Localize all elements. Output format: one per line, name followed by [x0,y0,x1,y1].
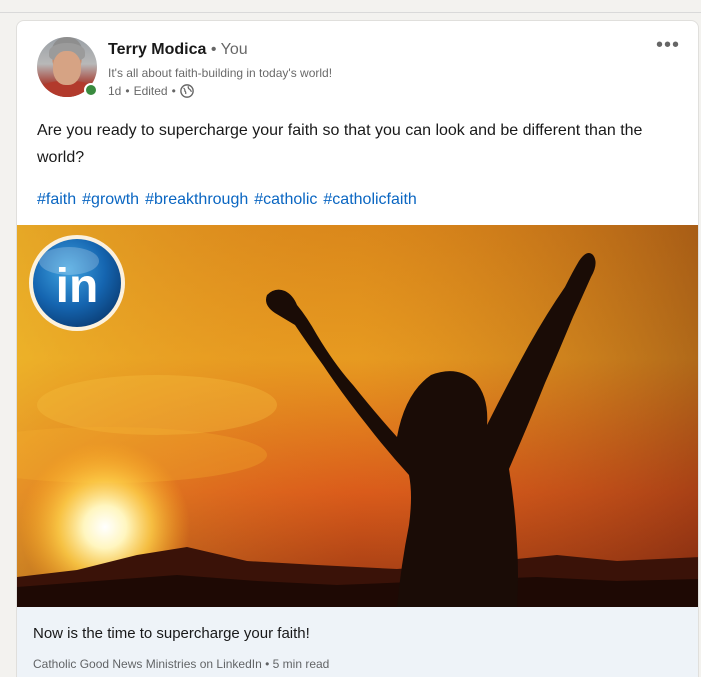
hashtag-breakthrough[interactable]: #breakthrough [145,191,248,209]
hashtag-catholicfaith[interactable]: #catholicfaith [323,191,416,209]
online-status-dot [84,83,98,97]
meta-separator: • [125,84,130,98]
hashtag-growth[interactable]: #growth [82,191,139,209]
avatar-face [53,51,81,85]
feed-post-card: Terry Modica • You It's all about faith-… [16,20,699,677]
author-name[interactable]: Terry Modica [108,41,206,58]
post-text: Are you ready to supercharge your faith … [37,122,643,166]
post-header: Terry Modica • You It's all about faith-… [17,21,698,111]
hashtag-list: #faith #growth #breakthrough #catholic #… [37,191,417,209]
author-line: Terry Modica • You [108,41,248,59]
linkedin-badge-text: in [56,260,99,313]
link-subtitle: Catholic Good News Ministries on LinkedI… [33,657,330,671]
link-title[interactable]: Now is the time to supercharge your fait… [33,625,310,642]
author-relation: You [220,41,248,58]
top-divider [0,12,701,13]
meta-separator: • [171,84,176,98]
hashtag-catholic[interactable]: #catholic [254,191,317,209]
linkedin-logo-icon: in [29,235,125,331]
post-time: 1d [108,84,122,98]
hashtag-faith[interactable]: #faith [37,191,76,209]
post-meta: 1d • Edited • [108,84,194,98]
post-image[interactable]: in [17,225,698,607]
post-edited: Edited [133,84,168,98]
author-tagline: It's all about faith-building in today's… [108,66,333,80]
more-options-icon[interactable]: ••• [656,35,680,55]
name-separator: • [210,41,217,58]
link-preview[interactable]: Now is the time to supercharge your fait… [17,607,698,677]
globe-icon [179,84,194,98]
